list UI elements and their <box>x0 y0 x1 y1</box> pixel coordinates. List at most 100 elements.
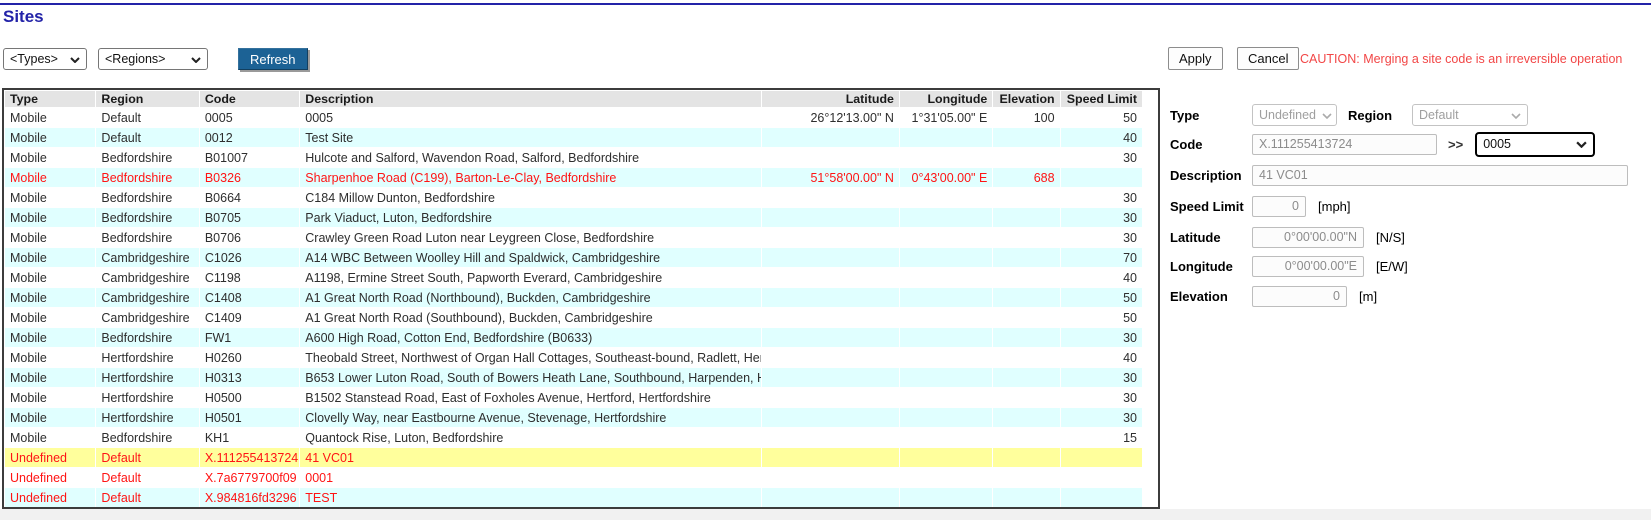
column-header: Longitude <box>900 91 992 107</box>
sites-table-container: TypeRegionCodeDescriptionLatitudeLongitu… <box>2 88 1160 509</box>
cell-longitude <box>900 188 992 207</box>
cell-description: B1502 Stanstead Road, East of Foxholes A… <box>300 388 761 407</box>
cell-region: Cambridgeshire <box>96 308 198 327</box>
code-input[interactable] <box>1252 134 1437 155</box>
cell-speed_limit: 50 <box>1061 308 1142 327</box>
table-row[interactable]: MobileBedfordshireB01007Hulcote and Salf… <box>5 148 1142 167</box>
cell-code: 0005 <box>200 108 299 127</box>
description-label: Description <box>1170 168 1252 183</box>
cell-latitude: 51°58'00.00" N <box>762 168 899 187</box>
table-row[interactable]: MobileCambridgeshireC1408A1 Great North … <box>5 288 1142 307</box>
table-row[interactable]: MobileDefault0005000526°12'13.00" N1°31'… <box>5 108 1142 127</box>
cell-elevation <box>993 388 1059 407</box>
table-row[interactable]: MobileHertfordshireH0500B1502 Stanstead … <box>5 388 1142 407</box>
cell-region: Bedfordshire <box>96 208 198 227</box>
cell-description: Hulcote and Salford, Wavendon Road, Salf… <box>300 148 761 167</box>
table-row[interactable]: MobileCambridgeshireC1409A1 Great North … <box>5 308 1142 327</box>
cancel-button[interactable]: Cancel <box>1237 47 1299 70</box>
form-row-latitude: Latitude [N/S] <box>1170 225 1650 249</box>
cell-region: Cambridgeshire <box>96 288 198 307</box>
form-row-longitude: Longitude [E/W] <box>1170 254 1650 278</box>
cell-code: B01007 <box>200 148 299 167</box>
merge-target-select[interactable]: 0005 <box>1475 132 1595 157</box>
table-row[interactable]: MobileDefault0012Test Site40 <box>5 128 1142 147</box>
cell-description: 0005 <box>300 108 761 127</box>
description-input[interactable] <box>1252 165 1628 186</box>
bottom-edge <box>0 509 1651 520</box>
table-row[interactable]: MobileBedfordshireFW1A600 High Road, Cot… <box>5 328 1142 347</box>
longitude-input[interactable] <box>1252 256 1364 277</box>
types-filter-select[interactable]: <Types> <box>3 48 87 70</box>
refresh-button[interactable]: Refresh <box>238 48 308 70</box>
cell-description: Park Viaduct, Luton, Bedfordshire <box>300 208 761 227</box>
region-select[interactable]: Default <box>1412 104 1528 126</box>
cell-longitude <box>900 288 992 307</box>
cell-region: Default <box>96 128 198 147</box>
table-row[interactable]: MobileCambridgeshireC1026A14 WBC Between… <box>5 248 1142 267</box>
cell-speed_limit: 30 <box>1061 368 1142 387</box>
cell-description: Theobald Street, Northwest of Organ Hall… <box>300 348 761 367</box>
cell-longitude <box>900 488 992 507</box>
table-row[interactable]: MobileBedfordshireB0664C184 Millow Dunto… <box>5 188 1142 207</box>
latitude-input[interactable] <box>1252 227 1364 248</box>
table-row[interactable]: MobileCambridgeshireC1198A1198, Ermine S… <box>5 268 1142 287</box>
cell-speed_limit: 40 <box>1061 128 1142 147</box>
cell-code: X.984816fd3296 <box>200 488 299 507</box>
table-row[interactable]: MobileBedfordshireB0705Park Viaduct, Lut… <box>5 208 1142 227</box>
cell-description: Test Site <box>300 128 761 147</box>
elevation-input[interactable] <box>1252 286 1347 307</box>
table-row[interactable]: MobileHertfordshireH0501Clovelly Way, ne… <box>5 408 1142 427</box>
cell-speed_limit: 30 <box>1061 208 1142 227</box>
code-label: Code <box>1170 137 1252 152</box>
cell-longitude <box>900 268 992 287</box>
table-row[interactable]: MobileHertfordshireH0260Theobald Street,… <box>5 348 1142 367</box>
form-row-elevation: Elevation [m] <box>1170 284 1650 308</box>
cell-speed_limit: 30 <box>1061 228 1142 247</box>
cell-code: H0313 <box>200 368 299 387</box>
cell-elevation <box>993 348 1059 367</box>
cell-region: Default <box>96 488 198 507</box>
table-row[interactable]: UndefinedDefaultX.7a6779700f090001 <box>5 468 1142 487</box>
table-row[interactable]: MobileHertfordshireH0313B653 Lower Luton… <box>5 368 1142 387</box>
cell-code: B0705 <box>200 208 299 227</box>
cell-type: Mobile <box>5 428 95 447</box>
apply-button[interactable]: Apply <box>1168 47 1223 70</box>
cell-elevation: 100 <box>993 108 1059 127</box>
form-row-speed-limit: Speed Limit [mph] <box>1170 194 1650 218</box>
table-row[interactable]: UndefinedDefaultX.11125541372441 VC01 <box>5 448 1142 467</box>
merge-arrow: >> <box>1448 137 1463 152</box>
cell-longitude <box>900 448 992 467</box>
table-row[interactable]: MobileBedfordshireB0326Sharpenhoe Road (… <box>5 168 1142 187</box>
type-select[interactable]: Undefined <box>1252 104 1337 126</box>
table-row[interactable]: MobileBedfordshireB0706Crawley Green Roa… <box>5 228 1142 247</box>
table-row[interactable]: MobileBedfordshireKH1Quantock Rise, Luto… <box>5 428 1142 447</box>
cell-latitude <box>762 268 899 287</box>
cell-elevation <box>993 128 1059 147</box>
speed-limit-input[interactable] <box>1252 196 1306 217</box>
cell-longitude <box>900 308 992 327</box>
region-select-value: Default <box>1419 108 1459 122</box>
cell-type: Mobile <box>5 308 95 327</box>
column-header: Elevation <box>993 91 1059 107</box>
cell-longitude <box>900 148 992 167</box>
cell-speed_limit: 40 <box>1061 268 1142 287</box>
page-title: Sites <box>3 7 44 27</box>
column-header: Description <box>300 91 761 107</box>
table-row[interactable]: UndefinedDefaultX.984816fd3296TEST <box>5 488 1142 507</box>
cell-elevation <box>993 428 1059 447</box>
cell-region: Hertfordshire <box>96 388 198 407</box>
cell-speed_limit <box>1061 488 1142 507</box>
cell-region: Cambridgeshire <box>96 268 198 287</box>
cell-region: Cambridgeshire <box>96 248 198 267</box>
cell-elevation <box>993 268 1059 287</box>
form-row-code: Code >> 0005 <box>1170 132 1650 156</box>
type-label: Type <box>1170 108 1252 123</box>
regions-filter-select[interactable]: <Regions> <box>98 48 208 70</box>
cell-description: C184 Millow Dunton, Bedfordshire <box>300 188 761 207</box>
cell-longitude: 1°31'05.00" E <box>900 108 992 127</box>
cell-code: B0664 <box>200 188 299 207</box>
speed-limit-label: Speed Limit <box>1170 199 1252 214</box>
cell-latitude <box>762 488 899 507</box>
cell-type: Mobile <box>5 188 95 207</box>
cell-description: Sharpenhoe Road (C199), Barton-Le-Clay, … <box>300 168 761 187</box>
